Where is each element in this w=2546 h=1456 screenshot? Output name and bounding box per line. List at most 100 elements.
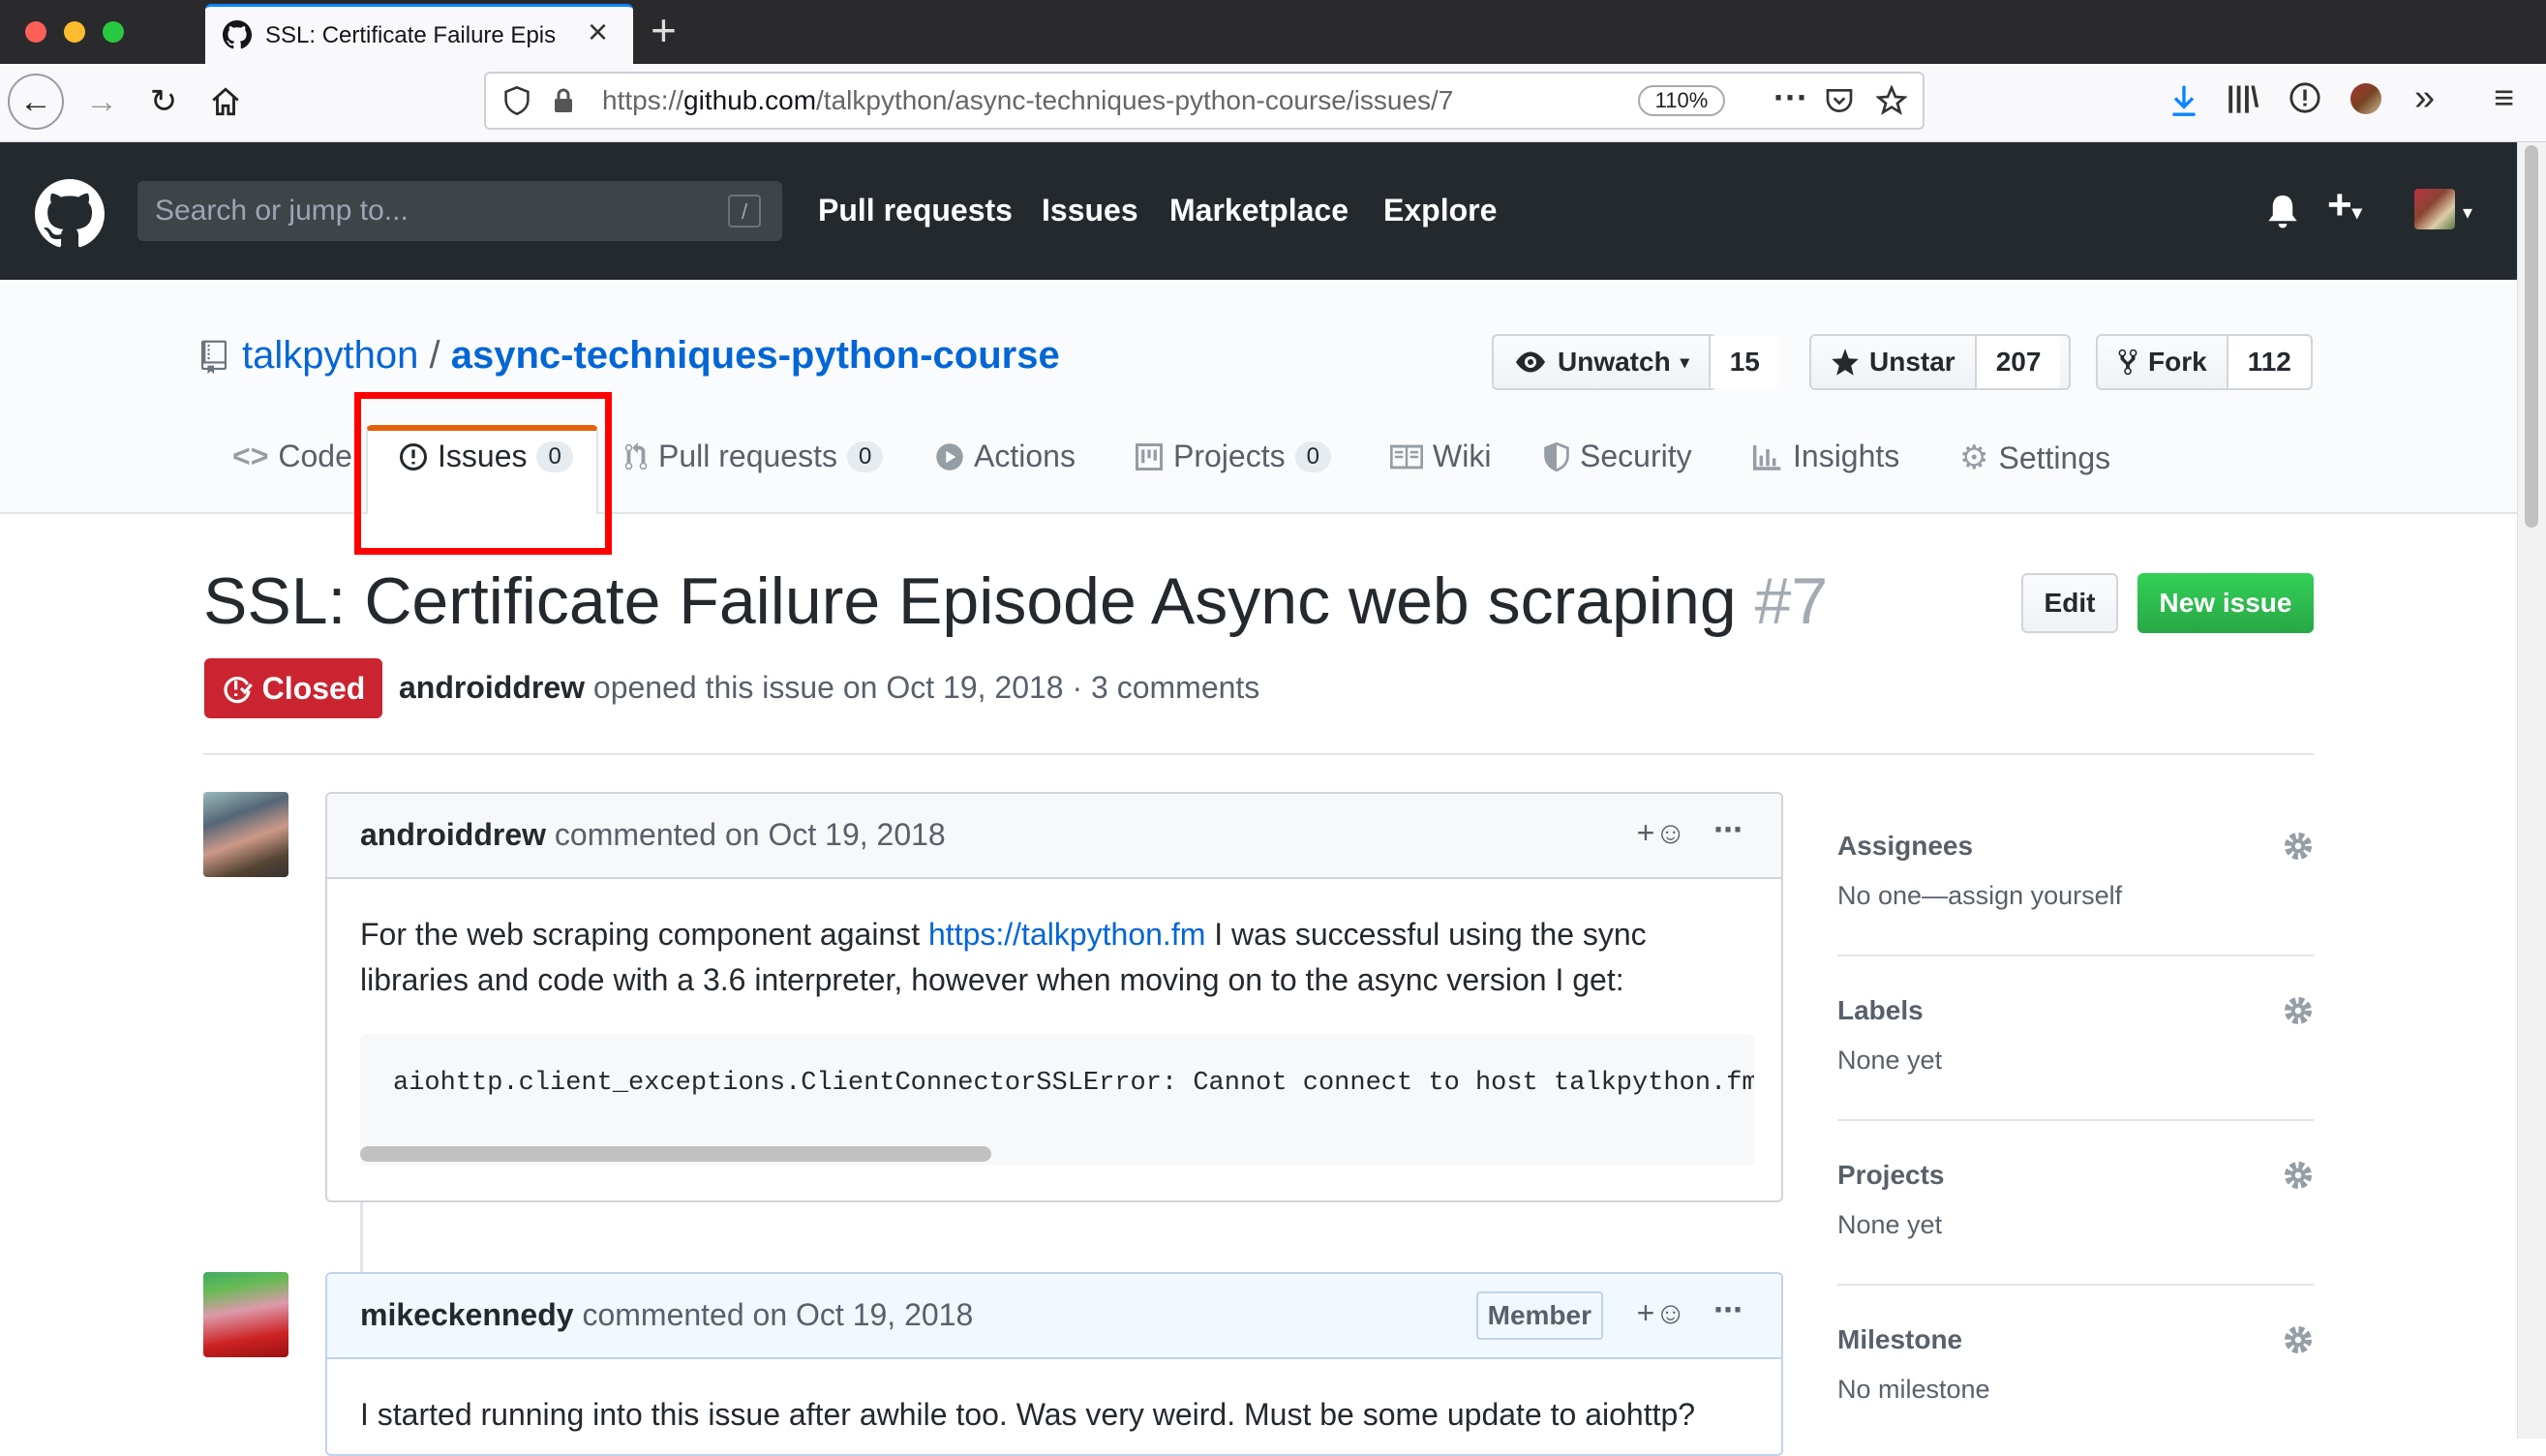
sidebar-value: None yet (1837, 1046, 1943, 1075)
overflow-chevrons-icon[interactable]: » (2414, 77, 2435, 119)
comment: mikeckennedy commented on Oct 19, 2018 M… (325, 1272, 1783, 1456)
library-icon[interactable]: |||\ (2227, 81, 2259, 114)
page-scrollbar-thumb[interactable] (2525, 145, 2538, 528)
code-block[interactable]: aiohttp.client_exceptions.ClientConnecto… (360, 1034, 1754, 1166)
watch-button-group: Unwatch ▾ 15 (1492, 334, 1779, 390)
account-avatar-icon[interactable] (2350, 83, 2381, 114)
avatar[interactable] (203, 792, 288, 877)
page-actions-icon[interactable]: ··· (1773, 77, 1808, 118)
lock-icon[interactable] (552, 87, 575, 114)
gear-icon: ⚙ (1959, 440, 1989, 476)
talkpython-link[interactable]: https://talkpython.fm (928, 917, 1205, 952)
sidebar-value[interactable]: No one—assign yourself (1837, 881, 2314, 911)
smiley-icon: ☺ (1654, 1295, 1686, 1330)
create-new-dropdown[interactable]: +▾ (2327, 181, 2362, 229)
home-icon (212, 87, 239, 116)
tab-actions[interactable]: Actions (935, 439, 1076, 474)
github-favicon-icon (223, 20, 252, 49)
gear-icon[interactable] (2283, 995, 2314, 1026)
gear-icon[interactable] (2283, 1160, 2314, 1191)
github-logo-icon[interactable] (35, 179, 105, 249)
graph-icon (1752, 444, 1781, 470)
sidebar-milestone[interactable]: Milestone No milestone (1837, 1324, 2314, 1405)
avatar[interactable] (203, 1272, 288, 1357)
sidebar-divider (1837, 955, 2314, 956)
zoom-level-indicator[interactable]: 110% (1638, 85, 1725, 116)
issues-tab-highlight-box (354, 392, 612, 555)
shield-icon[interactable] (503, 85, 530, 116)
tab-insights[interactable]: Insights (1752, 439, 1899, 474)
url-text[interactable]: https://github.com/talkpython/async-tech… (602, 85, 1453, 116)
add-reaction-button[interactable]: +☺ (1637, 1295, 1686, 1331)
issue-title-text: SSL: Certificate Failure Episode Async w… (203, 564, 1737, 638)
tab-security[interactable]: Security (1543, 439, 1692, 474)
issue-meta: androiddrew opened this issue on Oct 19,… (399, 670, 1260, 705)
repo-name-link[interactable]: async-techniques-python-course (451, 334, 1060, 377)
member-badge: Member (1475, 1291, 1603, 1340)
hamburger-menu-icon[interactable]: ≡ (2494, 77, 2514, 118)
home-button[interactable] (197, 74, 254, 130)
gear-icon[interactable] (2283, 1324, 2314, 1355)
sidebar-value: None yet (1837, 1210, 1943, 1239)
eye-icon (1516, 351, 1545, 373)
forks-count[interactable]: 112 (2228, 336, 2311, 388)
play-icon (936, 442, 963, 470)
comment-author-link[interactable]: androiddrew (360, 817, 546, 852)
bookmark-star-icon[interactable] (1876, 85, 1907, 116)
caret-down-icon[interactable]: ▾ (2463, 200, 2472, 225)
caret-down-icon: ▾ (1680, 351, 1689, 372)
user-avatar[interactable] (2414, 189, 2455, 229)
more-options-icon[interactable]: ··· (1713, 1289, 1744, 1330)
nav-issues[interactable]: Issues (1042, 193, 1138, 228)
browser-tab[interactable]: SSL: Certificate Failure Episode × (205, 4, 633, 64)
forward-button[interactable]: → (74, 74, 130, 130)
nav-explore[interactable]: Explore (1383, 193, 1497, 228)
new-issue-button[interactable]: New issue (2137, 573, 2314, 633)
stargazers-count[interactable]: 207 (1976, 336, 2061, 388)
add-reaction-button[interactable]: +☺ (1637, 815, 1686, 851)
comment-author-link[interactable]: mikeckennedy (360, 1297, 574, 1332)
tab-close-icon[interactable]: × (588, 13, 608, 51)
sidebar-value: No milestone (1837, 1375, 1990, 1404)
nav-pull-requests[interactable]: Pull requests (818, 193, 1013, 228)
unwatch-button[interactable]: Unwatch ▾ (1494, 336, 1711, 388)
watchers-count[interactable]: 15 (1710, 336, 1779, 388)
edit-title-button[interactable]: Edit (2021, 573, 2118, 633)
tab-code[interactable]: <> Code (232, 439, 352, 474)
tab-pull-requests[interactable]: Pull requests 0 (623, 439, 884, 474)
repo-owner-link[interactable]: talkpython (242, 334, 418, 377)
comment-author: androiddrew commented on Oct 19, 2018 (360, 817, 946, 852)
tab-settings[interactable]: ⚙ Settings (1959, 439, 2110, 477)
search-shortcut-hint: / (728, 195, 761, 228)
minimize-window-button[interactable] (64, 21, 85, 43)
reload-button[interactable]: ↻ (136, 74, 192, 130)
downloads-icon[interactable] (2168, 83, 2199, 118)
star-icon (1832, 349, 1859, 376)
code-scrollbar[interactable] (360, 1146, 991, 1162)
new-tab-button[interactable]: + (651, 6, 677, 54)
tab-wiki[interactable]: Wiki (1390, 439, 1491, 474)
pull-request-icon (624, 441, 648, 470)
back-button[interactable]: ← (8, 74, 64, 130)
pocket-icon[interactable] (1824, 85, 1855, 116)
zoom-window-button[interactable] (103, 21, 124, 43)
url-bar[interactable]: https://github.com/talkpython/async-tech… (484, 72, 1925, 130)
nav-marketplace[interactable]: Marketplace (1169, 193, 1349, 228)
notifications-bell-icon[interactable] (2265, 193, 2300, 229)
sidebar-projects[interactable]: Projects None yet (1837, 1160, 2314, 1240)
gear-icon[interactable] (2283, 831, 2314, 862)
issue-author-link[interactable]: androiddrew (399, 670, 585, 705)
sidebar-labels[interactable]: Labels None yet (1837, 995, 2314, 1076)
search-input[interactable]: Search or jump to... / (137, 181, 782, 241)
more-options-icon[interactable]: ··· (1713, 809, 1744, 850)
unstar-button[interactable]: Unstar (1811, 336, 1977, 388)
close-window-button[interactable] (25, 21, 46, 43)
comment-header: mikeckennedy commented on Oct 19, 2018 M… (327, 1274, 1781, 1359)
timeline-connector (360, 1202, 363, 1272)
info-icon[interactable] (2288, 81, 2321, 114)
pull-requests-counter: 0 (846, 440, 884, 472)
sidebar-assignees[interactable]: Assignees No one—assign yourself (1837, 831, 2314, 911)
browser-tab-strip: SSL: Certificate Failure Episode × + (0, 0, 2546, 64)
fork-button[interactable]: Fork (2098, 336, 2228, 388)
tab-projects[interactable]: Projects 0 (1135, 439, 1331, 474)
